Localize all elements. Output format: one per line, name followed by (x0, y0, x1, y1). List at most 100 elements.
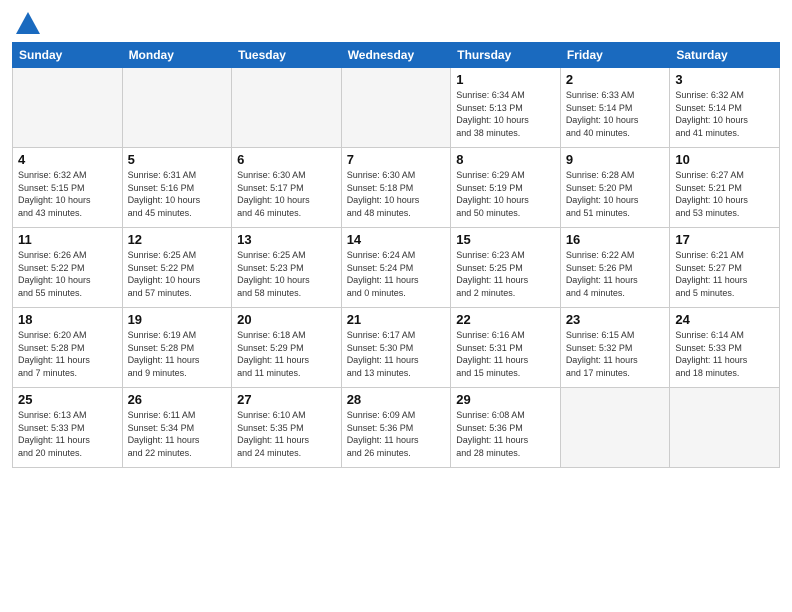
week-row-2: 11Sunrise: 6:26 AM Sunset: 5:22 PM Dayli… (13, 228, 780, 308)
day-number: 14 (347, 232, 446, 247)
week-row-1: 4 Sunrise: 6:32 AM Sunset: 5:15 PM Daylig… (13, 148, 780, 228)
header (12, 10, 780, 34)
header-row: SundayMondayTuesdayWednesdayThursdayFrid… (13, 43, 780, 68)
day-info: Sunrise: 6:11 AM Sunset: 5:34 PM Dayligh… (128, 409, 227, 459)
day-info: Sunrise: 6:33 AM Sunset: 5:14 PM Dayligh… (566, 89, 665, 139)
day-cell (560, 388, 670, 468)
day-cell: 26 Sunrise: 6:11 AM Sunset: 5:34 PM Dayli… (122, 388, 232, 468)
day-number: 26 (128, 392, 227, 407)
day-number: 21 (347, 312, 446, 327)
day-number: 28 (347, 392, 446, 407)
day-cell: 7Sunrise: 6:30 AM Sunset: 5:18 PM Daylig… (341, 148, 451, 228)
day-number: 27 (237, 392, 336, 407)
logo-icon (14, 10, 42, 38)
day-cell: 19 Sunrise: 6:19 AM Sunset: 5:28 PM Dayli… (122, 308, 232, 388)
day-cell: 9 Sunrise: 6:28 AM Sunset: 5:20 PM Daylig… (560, 148, 670, 228)
day-info: Sunrise: 6:18 AM Sunset: 5:29 PM Dayligh… (237, 329, 336, 379)
day-info: Sunrise: 6:24 AM Sunset: 5:24 PM Dayligh… (347, 249, 446, 299)
day-number: 3 (675, 72, 774, 87)
day-cell: 10 Sunrise: 6:27 AM Sunset: 5:21 PM Dayli… (670, 148, 780, 228)
day-cell: 23 Sunrise: 6:15 AM Sunset: 5:32 PM Dayli… (560, 308, 670, 388)
day-number: 5 (128, 152, 227, 167)
day-info: Sunrise: 6:16 AM Sunset: 5:31 PM Dayligh… (456, 329, 555, 379)
day-cell: 18 Sunrise: 6:20 AM Sunset: 5:28 PM Dayli… (13, 308, 123, 388)
day-info: Sunrise: 6:21 AM Sunset: 5:27 PM Dayligh… (675, 249, 774, 299)
day-info: Sunrise: 6:34 AM Sunset: 5:13 PM Dayligh… (456, 89, 555, 139)
day-info: Sunrise: 6:22 AM Sunset: 5:26 PM Dayligh… (566, 249, 665, 299)
day-info: Sunrise: 6:14 AM Sunset: 5:33 PM Dayligh… (675, 329, 774, 379)
week-row-0: 1 Sunrise: 6:34 AM Sunset: 5:13 PM Daylig… (13, 68, 780, 148)
day-cell: 25 Sunrise: 6:13 AM Sunset: 5:33 PM Dayli… (13, 388, 123, 468)
col-header-wednesday: Wednesday (341, 43, 451, 68)
day-info: Sunrise: 6:32 AM Sunset: 5:15 PM Dayligh… (18, 169, 117, 219)
day-cell (670, 388, 780, 468)
day-number: 7 (347, 152, 446, 167)
day-number: 22 (456, 312, 555, 327)
day-cell: 17Sunrise: 6:21 AM Sunset: 5:27 PM Dayli… (670, 228, 780, 308)
day-number: 15 (456, 232, 555, 247)
day-cell: 22 Sunrise: 6:16 AM Sunset: 5:31 PM Dayli… (451, 308, 561, 388)
day-info: Sunrise: 6:25 AM Sunset: 5:23 PM Dayligh… (237, 249, 336, 299)
day-cell: 11Sunrise: 6:26 AM Sunset: 5:22 PM Dayli… (13, 228, 123, 308)
day-number: 19 (128, 312, 227, 327)
day-cell (122, 68, 232, 148)
day-cell: 2 Sunrise: 6:33 AM Sunset: 5:14 PM Daylig… (560, 68, 670, 148)
logo (12, 10, 42, 34)
day-number: 8 (456, 152, 555, 167)
day-cell: 20Sunrise: 6:18 AM Sunset: 5:29 PM Dayli… (232, 308, 342, 388)
page-container: SundayMondayTuesdayWednesdayThursdayFrid… (0, 0, 792, 476)
day-cell (232, 68, 342, 148)
day-number: 9 (566, 152, 665, 167)
day-cell: 28 Sunrise: 6:09 AM Sunset: 5:36 PM Dayli… (341, 388, 451, 468)
day-info: Sunrise: 6:10 AM Sunset: 5:35 PM Dayligh… (237, 409, 336, 459)
col-header-monday: Monday (122, 43, 232, 68)
day-number: 24 (675, 312, 774, 327)
day-cell: 3 Sunrise: 6:32 AM Sunset: 5:14 PM Daylig… (670, 68, 780, 148)
day-info: Sunrise: 6:08 AM Sunset: 5:36 PM Dayligh… (456, 409, 555, 459)
day-cell: 15Sunrise: 6:23 AM Sunset: 5:25 PM Dayli… (451, 228, 561, 308)
col-header-saturday: Saturday (670, 43, 780, 68)
day-cell: 1 Sunrise: 6:34 AM Sunset: 5:13 PM Daylig… (451, 68, 561, 148)
day-cell: 29 Sunrise: 6:08 AM Sunset: 5:36 PM Dayli… (451, 388, 561, 468)
day-number: 16 (566, 232, 665, 247)
day-number: 11 (18, 232, 117, 247)
day-number: 23 (566, 312, 665, 327)
day-number: 1 (456, 72, 555, 87)
day-cell: 21 Sunrise: 6:17 AM Sunset: 5:30 PM Dayli… (341, 308, 451, 388)
day-info: Sunrise: 6:32 AM Sunset: 5:14 PM Dayligh… (675, 89, 774, 139)
day-cell (13, 68, 123, 148)
day-cell (341, 68, 451, 148)
day-cell: 6 Sunrise: 6:30 AM Sunset: 5:17 PM Daylig… (232, 148, 342, 228)
day-cell: 8Sunrise: 6:29 AM Sunset: 5:19 PM Daylig… (451, 148, 561, 228)
day-cell: 24 Sunrise: 6:14 AM Sunset: 5:33 PM Dayli… (670, 308, 780, 388)
day-number: 25 (18, 392, 117, 407)
day-number: 18 (18, 312, 117, 327)
week-row-3: 18 Sunrise: 6:20 AM Sunset: 5:28 PM Dayli… (13, 308, 780, 388)
day-cell: 14 Sunrise: 6:24 AM Sunset: 5:24 PM Dayli… (341, 228, 451, 308)
day-info: Sunrise: 6:13 AM Sunset: 5:33 PM Dayligh… (18, 409, 117, 459)
day-cell: 4 Sunrise: 6:32 AM Sunset: 5:15 PM Daylig… (13, 148, 123, 228)
day-cell: 5Sunrise: 6:31 AM Sunset: 5:16 PM Daylig… (122, 148, 232, 228)
day-cell: 16 Sunrise: 6:22 AM Sunset: 5:26 PM Dayli… (560, 228, 670, 308)
col-header-sunday: Sunday (13, 43, 123, 68)
day-info: Sunrise: 6:17 AM Sunset: 5:30 PM Dayligh… (347, 329, 446, 379)
day-info: Sunrise: 6:27 AM Sunset: 5:21 PM Dayligh… (675, 169, 774, 219)
day-cell: 27 Sunrise: 6:10 AM Sunset: 5:35 PM Dayli… (232, 388, 342, 468)
col-header-thursday: Thursday (451, 43, 561, 68)
day-info: Sunrise: 6:19 AM Sunset: 5:28 PM Dayligh… (128, 329, 227, 379)
day-cell: 12 Sunrise: 6:25 AM Sunset: 5:22 PM Dayli… (122, 228, 232, 308)
day-number: 29 (456, 392, 555, 407)
day-info: Sunrise: 6:09 AM Sunset: 5:36 PM Dayligh… (347, 409, 446, 459)
col-header-friday: Friday (560, 43, 670, 68)
day-number: 4 (18, 152, 117, 167)
day-number: 6 (237, 152, 336, 167)
day-info: Sunrise: 6:15 AM Sunset: 5:32 PM Dayligh… (566, 329, 665, 379)
day-info: Sunrise: 6:25 AM Sunset: 5:22 PM Dayligh… (128, 249, 227, 299)
day-number: 2 (566, 72, 665, 87)
day-info: Sunrise: 6:20 AM Sunset: 5:28 PM Dayligh… (18, 329, 117, 379)
day-info: Sunrise: 6:30 AM Sunset: 5:17 PM Dayligh… (237, 169, 336, 219)
calendar-table: SundayMondayTuesdayWednesdayThursdayFrid… (12, 42, 780, 468)
day-info: Sunrise: 6:28 AM Sunset: 5:20 PM Dayligh… (566, 169, 665, 219)
day-number: 12 (128, 232, 227, 247)
day-number: 10 (675, 152, 774, 167)
